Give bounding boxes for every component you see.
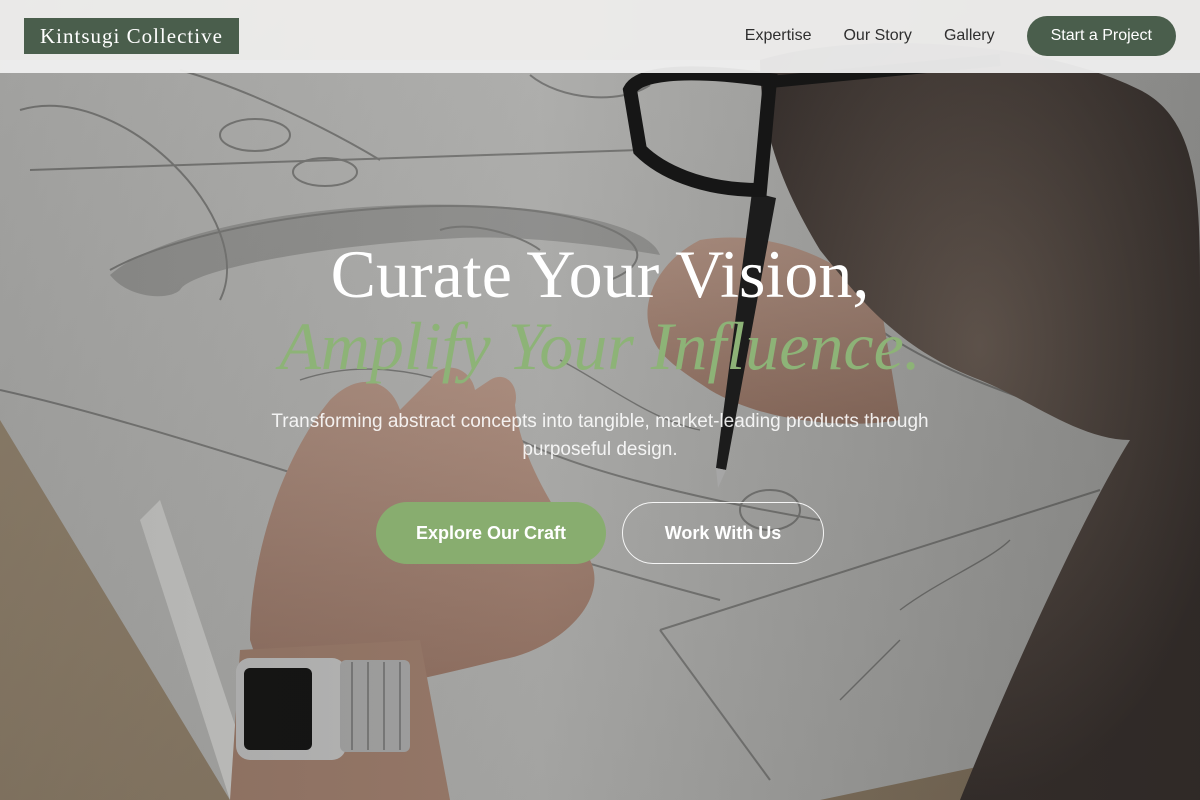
work-with-us-button[interactable]: Work With Us <box>622 502 824 564</box>
nav-link-our-story[interactable]: Our Story <box>843 27 911 45</box>
landing-page: Kintsugi Collective Expertise Our Story … <box>0 0 1200 800</box>
hero-headline-line-1: Curate Your Vision, <box>330 236 870 312</box>
main-nav: Expertise Our Story Gallery Start a Proj… <box>745 16 1176 56</box>
hero-headline-line-2: Amplify Your Influence. <box>279 308 921 384</box>
explore-craft-button[interactable]: Explore Our Craft <box>376 502 606 564</box>
nav-link-gallery[interactable]: Gallery <box>944 27 995 45</box>
hero-section: Curate Your Vision, Amplify Your Influen… <box>0 236 1200 564</box>
brand-logo[interactable]: Kintsugi Collective <box>24 18 239 54</box>
hero-subtitle: Transforming abstract concepts into tang… <box>271 411 929 460</box>
hero-cta-row: Explore Our Craft Work With Us <box>0 502 1200 564</box>
start-project-button[interactable]: Start a Project <box>1026 16 1176 56</box>
site-header: Kintsugi Collective Expertise Our Story … <box>0 0 1200 73</box>
nav-link-expertise[interactable]: Expertise <box>745 27 812 45</box>
